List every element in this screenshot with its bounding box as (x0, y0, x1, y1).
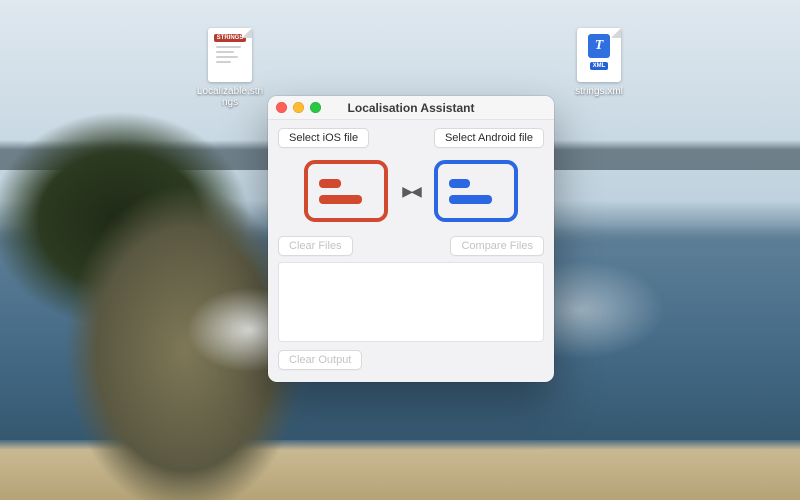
card-bar-icon (449, 179, 471, 188)
zoom-icon[interactable] (310, 102, 321, 113)
merge-arrows-icon: ▶◀ (402, 183, 420, 200)
xml-file-icon: T XML (577, 28, 621, 82)
android-drop-zone[interactable] (434, 160, 518, 222)
window-titlebar[interactable]: Localisation Assistant (268, 96, 554, 120)
card-bar-icon (319, 195, 362, 204)
desktop-file-localizable-strings[interactable]: STRINGS Localizable.strings (195, 28, 265, 108)
compare-files-button[interactable]: Compare Files (450, 236, 544, 256)
output-footer: Clear Output (278, 350, 544, 370)
drop-targets-row: ▶◀ (278, 160, 544, 222)
card-bar-icon (449, 195, 492, 204)
card-bar-icon (319, 179, 341, 188)
strings-badge: STRINGS (214, 34, 247, 42)
ios-drop-zone[interactable] (304, 160, 388, 222)
xml-glyph: T (588, 34, 610, 58)
desktop-file-label: Localizable.strings (195, 86, 265, 108)
output-textarea[interactable] (278, 262, 544, 342)
desktop-file-label: strings.xml (564, 86, 634, 97)
file-select-row: Select iOS file Select Android file (278, 128, 544, 148)
select-android-file-button[interactable]: Select Android file (434, 128, 544, 148)
action-row: Clear Files Compare Files (278, 236, 544, 256)
select-ios-file-button[interactable]: Select iOS file (278, 128, 369, 148)
clear-files-button[interactable]: Clear Files (278, 236, 353, 256)
window-title: Localisation Assistant (348, 101, 475, 115)
window-body: Select iOS file Select Android file ▶◀ C… (268, 120, 554, 382)
desktop-file-strings-xml[interactable]: T XML strings.xml (564, 28, 634, 97)
desktop-wallpaper: STRINGS Localizable.strings T XML string… (0, 0, 800, 500)
xml-badge: XML (590, 62, 609, 70)
file-lines-decoration (216, 46, 244, 63)
strings-file-icon: STRINGS (208, 28, 252, 82)
minimize-icon[interactable] (293, 102, 304, 113)
close-icon[interactable] (276, 102, 287, 113)
app-window: Localisation Assistant Select iOS file S… (268, 96, 554, 382)
traffic-lights (276, 102, 321, 113)
clear-output-button[interactable]: Clear Output (278, 350, 362, 370)
